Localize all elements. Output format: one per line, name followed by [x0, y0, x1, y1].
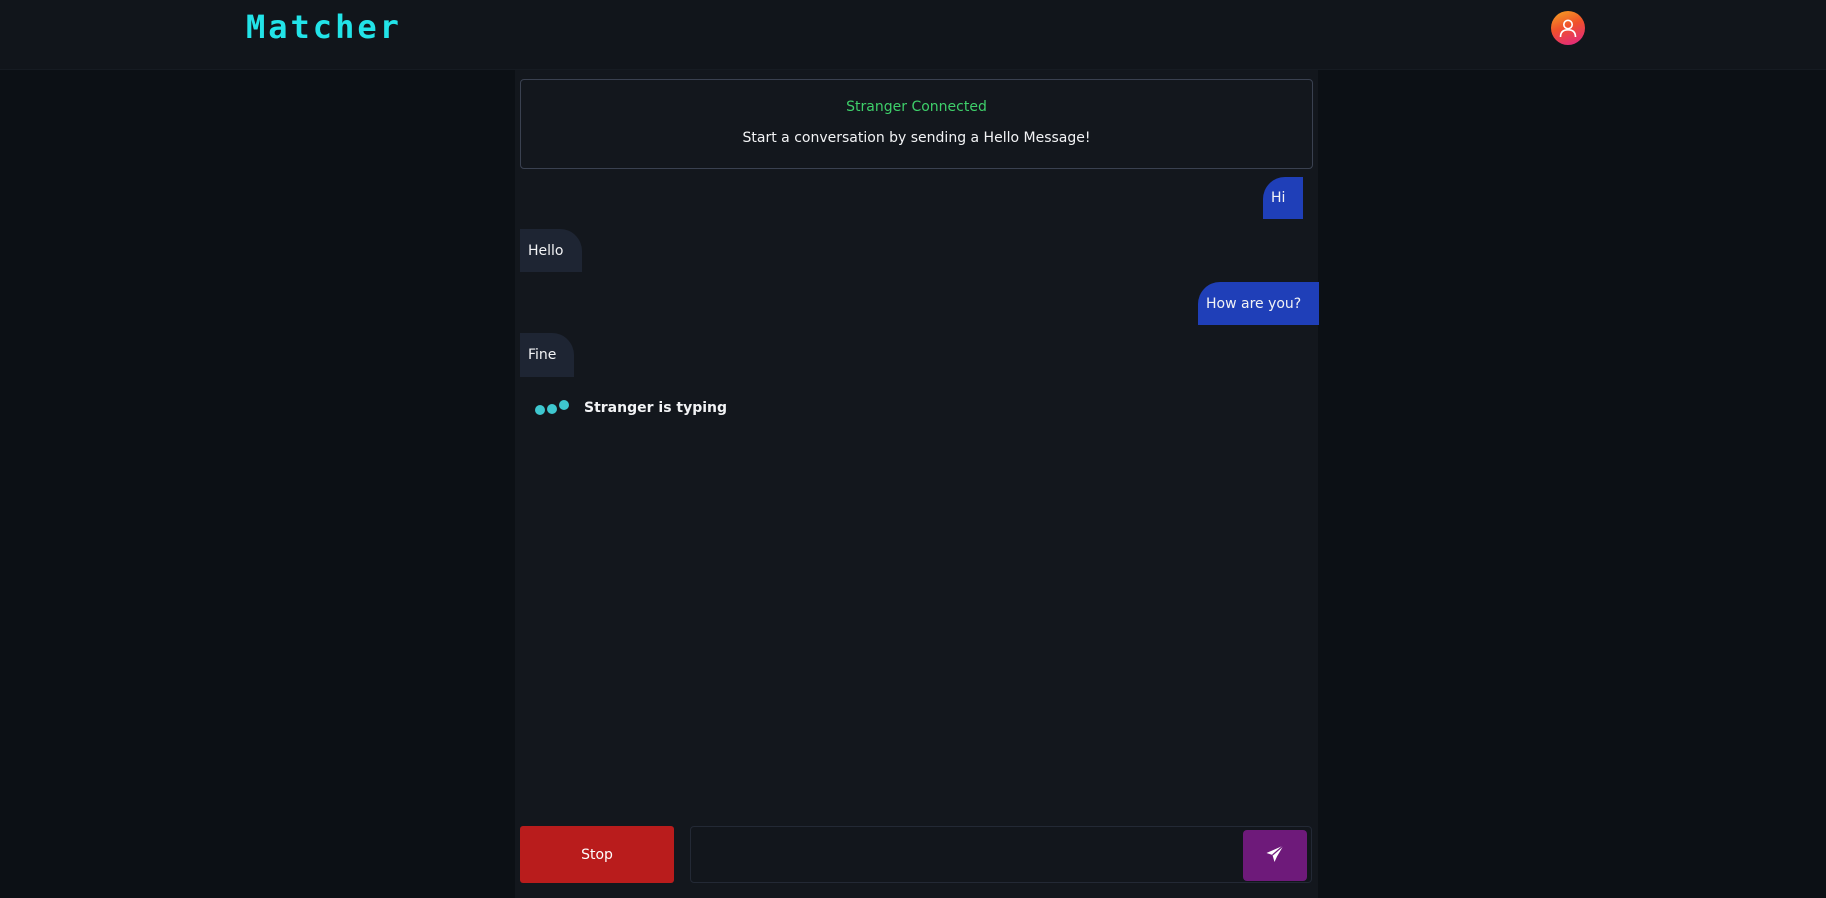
message-text: Hi [1271, 190, 1286, 206]
message-sent: Hi [1263, 177, 1304, 219]
conversation-hint: Start a conversation by sending a Hello … [742, 130, 1091, 146]
message-received: Fine [520, 333, 575, 377]
top-navbar: Matcher [0, 0, 1826, 70]
stop-button[interactable]: Stop [520, 826, 674, 883]
message-text: Fine [528, 347, 557, 363]
brand-logo[interactable]: Matcher [246, 8, 402, 46]
connection-banner: Stranger Connected Start a conversation … [520, 79, 1313, 169]
connection-status: Stranger Connected [846, 99, 987, 115]
send-button[interactable] [1243, 830, 1307, 881]
message-sent: How are you? [1198, 282, 1320, 325]
message-input[interactable] [699, 835, 1239, 875]
typing-label: Stranger is typing [584, 400, 728, 416]
chat-panel [515, 70, 1318, 898]
message-text: Hello [528, 242, 564, 259]
paper-plane-icon [1265, 844, 1285, 867]
typing-indicator: Stranger is typing [532, 396, 727, 420]
message-text: How are you? [1206, 295, 1302, 312]
message-received: Hello [520, 229, 582, 272]
user-avatar-icon[interactable] [1551, 11, 1585, 45]
typing-dots-icon [532, 398, 576, 418]
message-composer [690, 826, 1312, 883]
